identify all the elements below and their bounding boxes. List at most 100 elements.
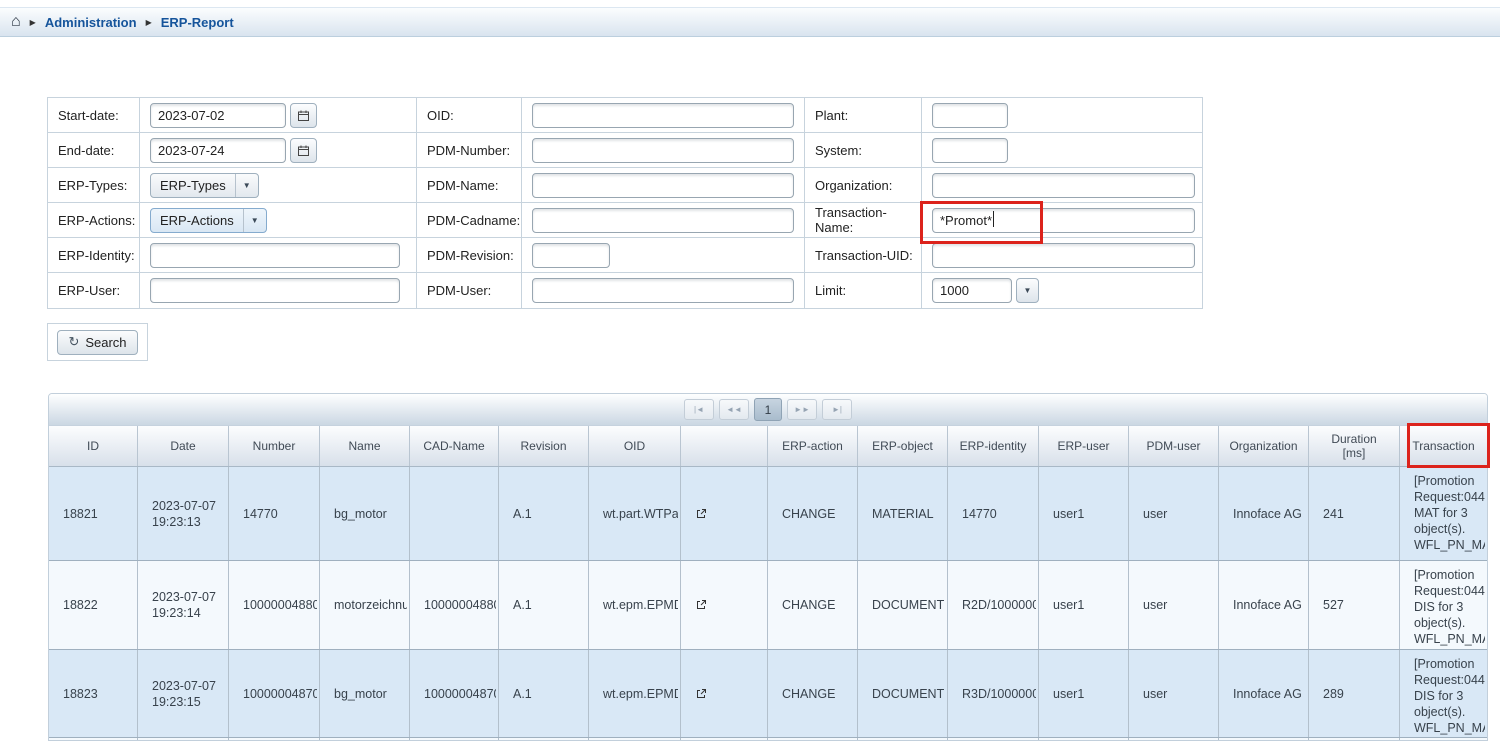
erp-actions-dropdown[interactable]: ERP-Actions ▼ bbox=[150, 208, 267, 233]
organization-input[interactable] bbox=[932, 173, 1195, 198]
first-page-button[interactable]: |◄ bbox=[684, 399, 714, 420]
plant-input[interactable] bbox=[932, 103, 1008, 128]
chevron-down-icon: ▼ bbox=[236, 174, 258, 197]
erp-types-dropdown[interactable]: ERP-Types ▼ bbox=[150, 173, 259, 198]
table-cell: motorzeichnung bbox=[320, 561, 410, 649]
external-link-icon[interactable] bbox=[695, 508, 707, 520]
table-cell: R2D/10000004880 bbox=[948, 561, 1039, 649]
pdm-name-input[interactable] bbox=[532, 173, 794, 198]
table-cell: 10000004870 bbox=[229, 650, 320, 737]
table-cell: user bbox=[1129, 467, 1219, 560]
transaction-uid-input[interactable] bbox=[932, 243, 1195, 268]
table-cell: user1 bbox=[1039, 561, 1129, 649]
breadcrumb: ⌂ ▶ Administration ▶ ERP-Report bbox=[0, 7, 1500, 37]
pdm-number-input[interactable] bbox=[532, 138, 794, 163]
chevron-down-icon: ▼ bbox=[1024, 286, 1032, 295]
table-row: 18823 2023-07-07 19:23:15 10000004870 bg… bbox=[49, 650, 1487, 738]
table-cell: 2023-07-07 19:23:13 bbox=[138, 467, 229, 560]
external-link-icon[interactable] bbox=[695, 688, 707, 700]
external-link-icon[interactable] bbox=[695, 599, 707, 611]
table-cell: 14770 bbox=[229, 467, 320, 560]
pdm-user-label: PDM-User: bbox=[417, 273, 522, 308]
limit-select[interactable] bbox=[932, 278, 1012, 303]
column-header-blank bbox=[681, 426, 768, 466]
table-cell: 18823 bbox=[49, 650, 138, 737]
pdm-cadname-input[interactable] bbox=[532, 208, 794, 233]
paginator: |◄ ◄◄ 1 ►► ►| bbox=[49, 394, 1487, 426]
end-date-calendar-button[interactable] bbox=[290, 138, 317, 163]
table-cell bbox=[681, 650, 768, 737]
erp-actions-dropdown-label: ERP-Actions bbox=[151, 209, 243, 232]
table-cell: Innoface AG bbox=[1219, 561, 1309, 649]
column-header-erp-object: ERP-object bbox=[858, 426, 948, 466]
column-header-pdm-user: PDM-user bbox=[1129, 426, 1219, 466]
chevron-right-icon: ▶ bbox=[146, 18, 152, 27]
pdm-user-input[interactable] bbox=[532, 278, 794, 303]
table-cell: wt.part.WTPart bbox=[589, 467, 681, 560]
search-button-label: Search bbox=[85, 335, 126, 350]
column-header-number: Number bbox=[229, 426, 320, 466]
breadcrumb-item-erp-report[interactable]: ERP-Report bbox=[161, 15, 234, 30]
table-cell: DOCUMENT bbox=[858, 650, 948, 737]
pdm-revision-input[interactable] bbox=[532, 243, 610, 268]
limit-dropdown-button[interactable]: ▼ bbox=[1016, 278, 1039, 303]
column-header-date: Date bbox=[138, 426, 229, 466]
refresh-icon: ↻ bbox=[68, 334, 79, 350]
table-cell: CHANGE bbox=[768, 561, 858, 649]
table-cell: user1 bbox=[1039, 467, 1129, 560]
table-cell: 2023-07-07 19:23:15 bbox=[138, 650, 229, 737]
table-cell: A.1 bbox=[499, 561, 589, 649]
table-cell: 2023-07-07 19:23:14 bbox=[138, 561, 229, 649]
prev-page-button[interactable]: ◄◄ bbox=[719, 399, 749, 420]
erp-actions-label: ERP-Actions: bbox=[48, 203, 140, 238]
table-cell: user bbox=[1129, 650, 1219, 737]
column-header-transaction: Transaction bbox=[1400, 426, 1487, 466]
column-header-erp-identity: ERP-identity bbox=[948, 426, 1039, 466]
pdm-number-label: PDM-Number: bbox=[417, 133, 522, 168]
end-date-input[interactable] bbox=[150, 138, 286, 163]
calendar-icon bbox=[298, 110, 309, 121]
table-cell: CHANGE bbox=[768, 650, 858, 737]
home-icon[interactable]: ⌂ bbox=[11, 14, 21, 30]
table-cell: bg_motor bbox=[320, 467, 410, 560]
table-cell: 14770 bbox=[948, 467, 1039, 560]
start-date-label: Start-date: bbox=[48, 98, 140, 133]
chevron-down-icon: ▼ bbox=[244, 209, 266, 232]
system-input[interactable] bbox=[932, 138, 1008, 163]
column-header-cad-name: CAD-Name bbox=[410, 426, 499, 466]
table-cell: MATERIAL bbox=[858, 467, 948, 560]
table-cell: user bbox=[1129, 561, 1219, 649]
pdm-name-label: PDM-Name: bbox=[417, 168, 522, 203]
pdm-revision-label: PDM-Revision: bbox=[417, 238, 522, 273]
erp-types-dropdown-label: ERP-Types bbox=[151, 174, 235, 197]
table-cell: DOCUMENT bbox=[858, 561, 948, 649]
next-page-button[interactable]: ►► bbox=[787, 399, 817, 420]
table-cell: Innoface AG bbox=[1219, 650, 1309, 737]
column-header-oid: OID bbox=[589, 426, 681, 466]
erp-user-input[interactable] bbox=[150, 278, 400, 303]
table-cell: 289 bbox=[1309, 650, 1400, 737]
start-date-input[interactable] bbox=[150, 103, 286, 128]
column-header-erp-user: ERP-user bbox=[1039, 426, 1129, 466]
column-header-id: ID bbox=[49, 426, 138, 466]
table-cell: R3D/10000004870 bbox=[948, 650, 1039, 737]
limit-label: Limit: bbox=[805, 273, 922, 308]
table-cell: A.1 bbox=[499, 467, 589, 560]
breadcrumb-item-administration[interactable]: Administration bbox=[45, 15, 137, 30]
table-cell: Innoface AG bbox=[1219, 467, 1309, 560]
column-header-revision: Revision bbox=[499, 426, 589, 466]
table-cell: bg_motor bbox=[320, 650, 410, 737]
table-row: 18821 2023-07-07 19:23:13 14770 bg_motor… bbox=[49, 467, 1487, 561]
table-cell: 10000004870.asm bbox=[410, 650, 499, 737]
oid-input[interactable] bbox=[532, 103, 794, 128]
current-page-button[interactable]: 1 bbox=[754, 398, 782, 421]
erp-identity-input[interactable] bbox=[150, 243, 400, 268]
table-cell: 241 bbox=[1309, 467, 1400, 560]
table-cell: 527 bbox=[1309, 561, 1400, 649]
start-date-calendar-button[interactable] bbox=[290, 103, 317, 128]
last-page-button[interactable]: ►| bbox=[822, 399, 852, 420]
transaction-name-input[interactable] bbox=[932, 208, 1195, 233]
table-cell: 18822 bbox=[49, 561, 138, 649]
search-button[interactable]: ↻ Search bbox=[57, 330, 137, 355]
table-cell: [Promotion Request:04461]: MAT for 3 obj… bbox=[1400, 467, 1487, 560]
